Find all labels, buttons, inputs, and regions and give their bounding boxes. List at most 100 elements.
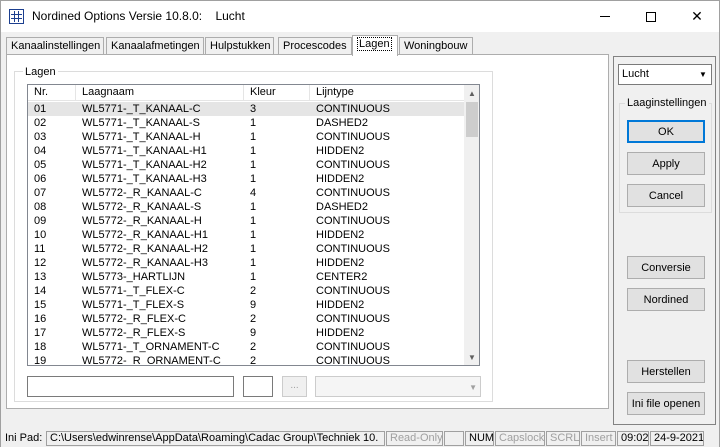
table-row[interactable]: 10 WL5772-_R_KANAAL-H1 1 HIDDEN2 [28, 228, 464, 242]
linetype-combo[interactable]: ▼ [315, 376, 481, 397]
cell-laagnaam: WL5771-_T_ORNAMENT-C [82, 341, 220, 353]
herstellen-button[interactable]: Herstellen [627, 360, 705, 383]
cell-laagnaam: WL5773-_HARTLIJN [82, 271, 186, 283]
cell-kleur: 2 [250, 341, 257, 353]
cell-lijntype: DASHED2 [316, 201, 368, 213]
cell-kleur: 2 [250, 285, 257, 297]
cell-nr: 16 [34, 313, 47, 325]
cell-lijntype: CENTER2 [316, 271, 368, 283]
cell-kleur: 3 [250, 103, 257, 115]
tab-hulpstukken[interactable]: Hulpstukken [205, 37, 274, 55]
layers-list[interactable]: Nr. Laagnaam Kleur Lijntype 01 WL5771-_T_… [27, 84, 480, 366]
cell-kleur: 1 [250, 201, 257, 213]
cell-laagnaam: WL5772-_R_KANAAL-H3 [82, 257, 208, 269]
read-only-indicator: Read-Only [386, 431, 443, 446]
conversie-button[interactable]: Conversie [627, 256, 705, 279]
apply-button[interactable]: Apply [627, 152, 705, 175]
insert-indicator: Insert [581, 431, 616, 446]
cell-nr: 06 [34, 173, 47, 185]
laaginstellingen-label: Laaginstellingen [625, 97, 709, 109]
nordined-button[interactable]: Nordined [627, 288, 705, 311]
tab-woningbouw[interactable]: Woningbouw [399, 37, 473, 55]
column-header-laagnaam[interactable]: Laagnaam [76, 85, 244, 101]
cell-kleur: 1 [250, 243, 257, 255]
capslock-indicator: Capslock [495, 431, 545, 446]
table-row[interactable]: 16 WL5772-_R_FLEX-C 2 CONTINUOUS [28, 312, 464, 326]
table-row[interactable]: 15 WL5771-_T_FLEX-S 9 HIDDEN2 [28, 298, 464, 312]
table-row[interactable]: 05 WL5771-_T_KANAAL-H2 1 CONTINUOUS [28, 158, 464, 172]
minimize-button[interactable] [582, 1, 628, 32]
cell-nr: 19 [34, 355, 47, 366]
cell-kleur: 9 [250, 327, 257, 339]
cell-kleur: 4 [250, 187, 257, 199]
medium-combo-value: Lucht [622, 68, 649, 80]
ini-path-field: C:\Users\edwinrense\AppData\Roaming\Cada… [46, 431, 385, 446]
maximize-button[interactable] [628, 1, 674, 32]
cell-nr: 08 [34, 201, 47, 213]
table-row[interactable]: 02 WL5771-_T_KANAAL-S 1 DASHED2 [28, 116, 464, 130]
cell-nr: 12 [34, 257, 47, 269]
cancel-button[interactable]: Cancel [627, 184, 705, 207]
cell-kleur: 9 [250, 299, 257, 311]
cell-laagnaam: WL5772-_R_KANAAL-H1 [82, 229, 208, 241]
list-vertical-scrollbar[interactable]: ▲ ▼ [464, 85, 479, 365]
cell-nr: 09 [34, 215, 47, 227]
tab-procescodes[interactable]: Procescodes [278, 37, 352, 55]
table-row[interactable]: 06 WL5771-_T_KANAAL-H3 1 HIDDEN2 [28, 172, 464, 186]
layer-color-input[interactable] [243, 376, 273, 397]
cell-laagnaam: WL5772-_R_KANAAL-C [82, 187, 202, 199]
cell-kleur: 1 [250, 215, 257, 227]
scroll-up-arrow-icon[interactable]: ▲ [464, 85, 479, 101]
app-window: Nordined Options Versie 10.8.0: Lucht ✕ … [0, 0, 720, 447]
cell-lijntype: DASHED2 [316, 117, 368, 129]
table-row[interactable]: 13 WL5773-_HARTLIJN 1 CENTER2 [28, 270, 464, 284]
table-row[interactable]: 07 WL5772-_R_KANAAL-C 4 CONTINUOUS [28, 186, 464, 200]
cell-kleur: 2 [250, 313, 257, 325]
cell-kleur: 1 [250, 173, 257, 185]
ok-button[interactable]: OK [627, 120, 705, 143]
column-header-kleur[interactable]: Kleur [244, 85, 310, 101]
table-row[interactable]: 08 WL5772-_R_KANAAL-S 1 DASHED2 [28, 200, 464, 214]
table-row[interactable]: 04 WL5771-_T_KANAAL-H1 1 HIDDEN2 [28, 144, 464, 158]
cell-lijntype: HIDDEN2 [316, 145, 365, 157]
table-row[interactable]: 14 WL5771-_T_FLEX-C 2 CONTINUOUS [28, 284, 464, 298]
title-bar[interactable]: Nordined Options Versie 10.8.0: Lucht ✕ [1, 1, 719, 32]
cell-nr: 17 [34, 327, 47, 339]
cell-nr: 07 [34, 187, 47, 199]
tab-lagen[interactable]: Lagen [352, 35, 398, 56]
num-indicator: NUM [465, 431, 494, 446]
table-row[interactable]: 17 WL5772-_R_FLEX-S 9 HIDDEN2 [28, 326, 464, 340]
cell-laagnaam: WL5771-_T_KANAAL-H3 [82, 173, 207, 185]
cell-laagnaam: WL5771-_T_KANAAL-S [82, 117, 200, 129]
table-row[interactable]: 12 WL5772-_R_KANAAL-H3 1 HIDDEN2 [28, 256, 464, 270]
scroll-down-arrow-icon[interactable]: ▼ [464, 349, 479, 365]
cell-laagnaam: WL5772-_R_ORNAMENT-C [82, 355, 221, 366]
status-bar: Ini Pad: C:\Users\edwinrense\AppData\Roa… [1, 430, 719, 447]
cell-laagnaam: WL5772-_R_KANAAL-H2 [82, 243, 208, 255]
cell-laagnaam: WL5772-_R_KANAAL-H [82, 215, 202, 227]
layer-name-input[interactable] [27, 376, 234, 397]
tab-kanaalinstellingen[interactable]: Kanaalinstellingen [6, 37, 104, 55]
table-row[interactable]: 01 WL5771-_T_KANAAL-C 3 CONTINUOUS [28, 102, 464, 116]
table-row[interactable]: 19 WL5772-_R_ORNAMENT-C 2 CONTINUOUS [28, 354, 464, 366]
ini-file-openen-button[interactable]: Ini file openen [627, 392, 705, 415]
cell-nr: 04 [34, 145, 47, 157]
close-button[interactable]: ✕ [674, 1, 720, 32]
browse-color-button[interactable]: ... [282, 376, 307, 397]
scroll-thumb[interactable] [466, 102, 478, 137]
table-row[interactable]: 09 WL5772-_R_KANAAL-H 1 CONTINUOUS [28, 214, 464, 228]
table-row[interactable]: 03 WL5771-_T_KANAAL-H 1 CONTINUOUS [28, 130, 464, 144]
chevron-down-icon[interactable]: ▼ [695, 66, 711, 83]
window-title: Nordined Options Versie 10.8.0: Lucht [32, 9, 245, 23]
minimize-icon [600, 16, 610, 17]
column-header-nr[interactable]: Nr. [28, 85, 76, 101]
chevron-down-icon: ▼ [469, 383, 477, 392]
table-row[interactable]: 18 WL5771-_T_ORNAMENT-C 2 CONTINUOUS [28, 340, 464, 354]
medium-combo[interactable]: Lucht ▼ [618, 64, 712, 85]
cell-nr: 05 [34, 159, 47, 171]
cell-lijntype: HIDDEN2 [316, 327, 365, 339]
column-header-lijntype[interactable]: Lijntype [310, 85, 464, 101]
tab-kanaalafmetingen[interactable]: Kanaalafmetingen [106, 37, 204, 55]
list-header: Nr. Laagnaam Kleur Lijntype [28, 85, 464, 101]
table-row[interactable]: 11 WL5772-_R_KANAAL-H2 1 CONTINUOUS [28, 242, 464, 256]
